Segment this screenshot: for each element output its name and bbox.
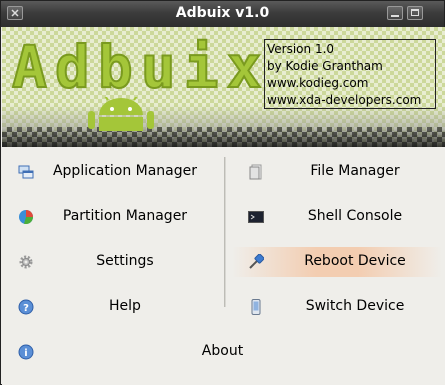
website-link[interactable]: www.kodieg.com — [267, 75, 435, 92]
partition-manager-label: Partition Manager — [62, 208, 188, 224]
gear-icon — [19, 255, 33, 269]
reboot-device-label: Reboot Device — [304, 253, 406, 269]
app-window: Adbuix v1.0 Adbuix Version 1.0 by Kodie … — [0, 0, 445, 385]
switch-device-label: Switch Device — [305, 298, 405, 314]
author-line: by Kodie Grantham — [267, 59, 383, 73]
file-manager-button[interactable]: File Manager — [232, 157, 442, 187]
version-info: Version 1.0 by Kodie Grantham www.kodieg… — [264, 39, 436, 109]
settings-label: Settings — [96, 253, 154, 269]
about-button[interactable]: i About — [2, 337, 443, 367]
terminal-icon — [248, 211, 264, 223]
logo-text: Adbuix — [11, 33, 270, 101]
partition-manager-button[interactable]: Partition Manager — [2, 202, 212, 232]
windows-icon — [18, 165, 34, 179]
svg-text:?: ? — [23, 303, 29, 314]
about-label: About — [201, 343, 244, 359]
file-icon — [249, 164, 262, 180]
title-bar: Adbuix v1.0 — [1, 1, 444, 27]
xda-link[interactable]: www.xda-developers.com — [267, 92, 435, 109]
reboot-device-button[interactable]: Reboot Device — [232, 247, 442, 277]
minimize-button[interactable] — [387, 6, 403, 20]
menu-divider — [224, 157, 226, 307]
help-icon: ? — [18, 299, 34, 315]
version-line: Version 1.0 — [267, 42, 335, 56]
help-button[interactable]: ? Help — [2, 292, 212, 322]
main-menu: Application Manager Partition Manager Se… — [2, 147, 445, 385]
switch-device-button[interactable]: Switch Device — [232, 292, 442, 322]
help-label: Help — [109, 298, 141, 314]
application-manager-button[interactable]: Application Manager — [2, 157, 212, 187]
shell-console-button[interactable]: Shell Console — [232, 202, 442, 232]
application-manager-label: Application Manager — [52, 163, 198, 179]
pie-chart-icon — [19, 210, 33, 224]
settings-button[interactable]: Settings — [2, 247, 212, 277]
shell-console-label: Shell Console — [307, 208, 403, 224]
phone-icon — [251, 299, 261, 315]
android-robot-icon — [88, 97, 154, 131]
header-banner: Adbuix Version 1.0 by Kodie Grantham www… — [2, 27, 445, 147]
usb-icon — [249, 254, 264, 269]
window-title: Adbuix v1.0 — [175, 5, 270, 21]
file-manager-label: File Manager — [310, 163, 400, 179]
maximize-button[interactable] — [407, 6, 423, 20]
